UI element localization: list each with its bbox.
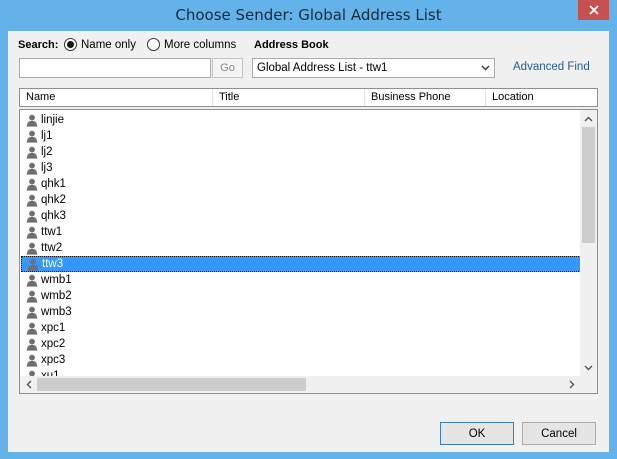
user-icon bbox=[26, 274, 38, 287]
user-icon bbox=[26, 354, 38, 367]
list-item-name: wmb3 bbox=[41, 306, 72, 318]
list-item[interactable]: xpc2 bbox=[20, 336, 582, 352]
list-item-name: wmb2 bbox=[41, 290, 72, 302]
user-icon bbox=[26, 210, 38, 223]
list-item-name: lj2 bbox=[41, 146, 53, 158]
list-item-name: ttw3 bbox=[42, 258, 64, 270]
list-item-name: xpc1 bbox=[41, 322, 66, 334]
column-header-location[interactable]: Location bbox=[486, 89, 534, 106]
advanced-find-link[interactable]: Advanced Find bbox=[513, 61, 590, 73]
list-item[interactable]: qhk2 bbox=[20, 192, 582, 208]
scrollbar-corner bbox=[580, 376, 597, 393]
list-item[interactable]: qhk3 bbox=[20, 208, 582, 224]
user-icon bbox=[26, 290, 38, 303]
go-button[interactable]: Go bbox=[212, 58, 243, 78]
list-item-name: qhk1 bbox=[41, 178, 66, 190]
address-list[interactable]: linjie lj1 lj2 lj3 qhk1 qhk2 qhk3 ttw1 ttw2 ttw3 w… bbox=[19, 109, 598, 394]
user-icon bbox=[26, 178, 38, 191]
user-icon bbox=[26, 306, 38, 319]
user-icon bbox=[26, 338, 38, 351]
list-item[interactable]: xpc1 bbox=[20, 320, 582, 336]
radio-button-icon bbox=[147, 38, 160, 51]
user-icon bbox=[27, 258, 39, 271]
user-icon bbox=[26, 114, 38, 127]
column-header: Name Title Business Phone Location bbox=[19, 88, 598, 107]
close-icon bbox=[588, 5, 599, 15]
dialog-body: Search: Name only More columns Address B… bbox=[8, 31, 609, 452]
address-book-label: Address Book bbox=[254, 39, 329, 51]
list-item[interactable]: lj2 bbox=[20, 144, 582, 160]
list-item[interactable]: wmb3 bbox=[20, 304, 582, 320]
list-item[interactable]: wmb2 bbox=[20, 288, 582, 304]
user-icon bbox=[26, 130, 38, 143]
user-icon bbox=[26, 146, 38, 159]
radio-button-icon bbox=[64, 38, 77, 51]
list-item-name: qhk3 bbox=[41, 210, 66, 222]
window-title: Choose Sender: Global Address List bbox=[175, 6, 442, 24]
radio-label: More columns bbox=[164, 38, 237, 51]
vertical-scrollbar[interactable] bbox=[580, 110, 597, 376]
list-item[interactable]: wmb1 bbox=[20, 272, 582, 288]
cancel-button[interactable]: Cancel bbox=[522, 422, 596, 445]
column-header-title[interactable]: Title bbox=[213, 89, 239, 106]
radio-name-only[interactable]: Name only bbox=[64, 38, 136, 51]
list-item-name: wmb1 bbox=[41, 274, 72, 286]
scroll-right-icon[interactable] bbox=[563, 376, 580, 393]
address-book-dropdown[interactable]: Global Address List - ttw1 bbox=[252, 58, 495, 78]
user-icon bbox=[26, 194, 38, 207]
list-item-name: ttw2 bbox=[41, 242, 63, 254]
horizontal-scroll-thumb[interactable] bbox=[37, 378, 306, 391]
radio-label: Name only bbox=[81, 38, 136, 51]
scroll-down-icon[interactable] bbox=[580, 359, 597, 376]
close-button[interactable] bbox=[578, 0, 609, 20]
dialog-window: Choose Sender: Global Address List Searc… bbox=[0, 0, 617, 459]
ok-button[interactable]: OK bbox=[440, 422, 514, 445]
list-item-name: xpc3 bbox=[41, 354, 66, 366]
user-icon bbox=[26, 322, 38, 335]
address-list-rows: linjie lj1 lj2 lj3 qhk1 qhk2 qhk3 ttw1 ttw2 ttw3 w… bbox=[20, 112, 582, 384]
list-item[interactable]: ttw3 bbox=[21, 256, 581, 272]
scroll-left-icon[interactable] bbox=[20, 376, 37, 393]
user-icon bbox=[26, 242, 38, 255]
list-item[interactable]: ttw2 bbox=[20, 240, 582, 256]
list-item-name: ttw1 bbox=[41, 226, 63, 238]
list-item[interactable]: qhk1 bbox=[20, 176, 582, 192]
list-item[interactable]: linjie bbox=[20, 112, 582, 128]
radio-more-columns[interactable]: More columns bbox=[147, 38, 236, 51]
list-item[interactable]: ttw1 bbox=[20, 224, 582, 240]
vertical-scroll-thumb[interactable] bbox=[582, 127, 595, 243]
list-item-name: qhk2 bbox=[41, 194, 66, 206]
list-item[interactable]: lj3 bbox=[20, 160, 582, 176]
list-item-name: lj3 bbox=[41, 162, 53, 174]
list-item-name: lj1 bbox=[41, 130, 53, 142]
column-header-name[interactable]: Name bbox=[20, 89, 55, 106]
address-book-value: Global Address List - ttw1 bbox=[257, 62, 388, 74]
search-label: Search: bbox=[18, 39, 59, 51]
scroll-up-icon[interactable] bbox=[580, 110, 597, 127]
list-item[interactable]: lj1 bbox=[20, 128, 582, 144]
user-icon bbox=[26, 162, 38, 175]
column-header-business-phone[interactable]: Business Phone bbox=[365, 89, 451, 106]
search-input[interactable] bbox=[19, 58, 211, 78]
list-item-name: xpc2 bbox=[41, 338, 66, 350]
user-icon bbox=[26, 226, 38, 239]
chevron-down-icon bbox=[481, 63, 490, 76]
title-bar[interactable]: Choose Sender: Global Address List bbox=[0, 0, 617, 31]
list-item-name: linjie bbox=[41, 114, 65, 126]
horizontal-scrollbar[interactable] bbox=[20, 376, 580, 393]
list-item[interactable]: xpc3 bbox=[20, 352, 582, 368]
